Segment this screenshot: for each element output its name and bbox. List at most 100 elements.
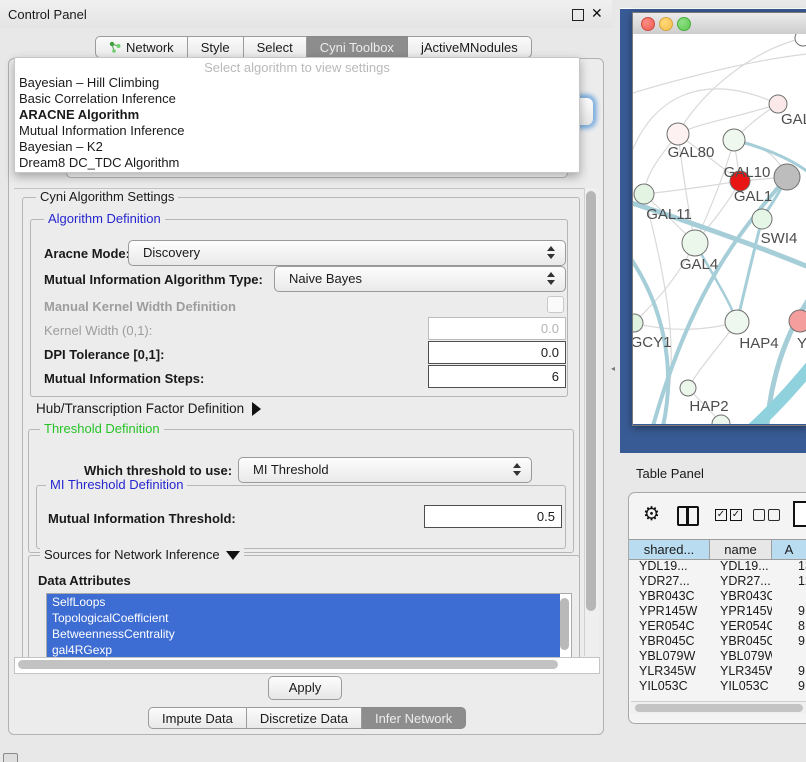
unchecked-column-icon[interactable] — [753, 509, 765, 521]
network-node-gcy1[interactable] — [633, 314, 643, 332]
cell: YPR145W — [639, 604, 710, 619]
tab-jactivemnodules[interactable]: jActiveMNodules — [408, 36, 532, 58]
node-label-gal: GAL — [781, 111, 806, 128]
network-node-swi4[interactable] — [752, 209, 772, 229]
attribute-item-selfloops[interactable]: SelfLoops — [47, 594, 560, 610]
data-attributes-list[interactable]: SelfLoopsTopologicalCoefficientBetweenne… — [46, 593, 572, 657]
cell: YBR045C — [639, 634, 710, 649]
apply-button[interactable]: Apply — [268, 676, 342, 700]
node-label-gal80: GAL80 — [668, 144, 715, 161]
aracne-mode-select[interactable]: Discovery — [128, 240, 566, 266]
settings-vertical-scrollbar-thumb[interactable] — [586, 191, 596, 611]
table-row[interactable]: YDR27...YDR27...12 — [629, 574, 806, 589]
gear-icon[interactable]: ⚙ — [643, 503, 660, 526]
float-panel-icon[interactable] — [572, 9, 584, 21]
algorithm-option-basic-correlation-inference[interactable]: Basic Correlation Inference — [15, 91, 579, 107]
table-horizontal-scrollbar[interactable] — [631, 701, 806, 714]
table-row[interactable]: YDL19...YDL19...13 — [629, 559, 806, 574]
settings-horizontal-scrollbar-thumb[interactable] — [18, 660, 558, 669]
manual-kernel-width-checkbox[interactable] — [547, 296, 564, 313]
mi-steps-label: Mutual Information Steps: — [44, 371, 204, 386]
network-node-hap4[interactable] — [725, 310, 749, 334]
cyni-algorithm-settings-title: Cyni Algorithm Settings — [36, 190, 178, 204]
bottom-tab-infer-network[interactable]: Infer Network — [362, 707, 466, 729]
table-row[interactable]: YIL053CYIL053C9 — [629, 679, 806, 694]
cyni-bottom-tab-bar: Impute DataDiscretize DataInfer Network — [148, 707, 466, 729]
mi-steps-field[interactable]: 6 — [428, 365, 566, 388]
network-canvas[interactable]: GALGAL80GAL10GAL1GAL11SWI4GAL4GCY1HAP4YH… — [633, 34, 806, 424]
network-node[interactable] — [774, 164, 800, 190]
column-header-shared[interactable]: shared... — [629, 539, 710, 560]
attribute-item-topologicalcoefficient[interactable]: TopologicalCoefficient — [47, 610, 560, 626]
control-panel-titlebar: Control Panel ✕ — [0, 0, 612, 28]
network-node-hap2[interactable] — [680, 380, 696, 396]
page-icon[interactable] — [793, 501, 806, 527]
algorithm-option-aracne-algorithm[interactable]: ARACNE Algorithm — [15, 107, 579, 123]
bottom-tab-discretize-data[interactable]: Discretize Data — [247, 707, 362, 729]
node-label-gcy1: GCY1 — [633, 334, 671, 351]
column-header-a[interactable]: A — [772, 539, 806, 560]
stepper-arrows-icon — [513, 463, 522, 476]
network-view-window[interactable]: GALGAL80GAL10GAL1GAL11SWI4GAL4GCY1HAP4YH… — [632, 12, 806, 426]
attribute-item-gal4rgexp[interactable]: gal4RGexp — [47, 642, 560, 657]
tab-select[interactable]: Select — [244, 36, 307, 58]
split-columns-icon[interactable] — [677, 506, 699, 526]
sources-group-toggle[interactable]: Sources for Network Inference — [40, 548, 244, 562]
mi-algorithm-type-select[interactable]: Naive Bayes — [274, 266, 566, 292]
collapsed-arrow-icon — [252, 402, 261, 416]
application-window: Control Panel ✕ Network Style Select Cyni T… — [0, 0, 806, 762]
algorithm-option-bayesian-hill-climbing[interactable]: Bayesian – Hill Climbing — [15, 75, 579, 91]
zoom-window-icon[interactable] — [677, 17, 691, 31]
table-row[interactable]: YBR043CYBR043C — [629, 589, 806, 604]
table-row[interactable]: YBR045CYBR045C9. — [629, 634, 806, 649]
table-toolbar: ⚙ ✓ ✓ — [629, 493, 806, 539]
network-node-gal11[interactable] — [634, 184, 654, 204]
network-node-y[interactable] — [789, 310, 806, 332]
dpi-tolerance-field[interactable]: 0.0 — [428, 341, 566, 364]
close-panel-icon[interactable]: ✕ — [591, 5, 603, 22]
tab-style[interactable]: Style — [188, 36, 244, 58]
close-window-icon[interactable] — [641, 17, 655, 31]
tab-cyni-toolbox[interactable]: Cyni Toolbox — [307, 36, 408, 58]
table-row[interactable]: YLR345WYLR345W9. — [629, 664, 806, 679]
expanded-arrow-icon — [226, 551, 240, 560]
network-node-gal4[interactable] — [682, 230, 708, 256]
mi-threshold-label: Mutual Information Threshold: — [48, 511, 236, 526]
cell: 12 — [798, 574, 806, 589]
cell: YBR043C — [720, 589, 772, 604]
kernel-width-field[interactable]: 0.0 — [428, 317, 566, 340]
attribute-item-betweennesscentrality[interactable]: BetweennessCentrality — [47, 626, 560, 642]
unchecked-column-icon[interactable] — [768, 509, 780, 521]
network-node-gal80[interactable] — [667, 123, 689, 145]
checked-column-icon[interactable]: ✓ — [715, 509, 727, 521]
table-row[interactable]: YER054CYER054C8. — [629, 619, 806, 634]
hub-definition-toggle[interactable]: Hub/Transcription Factor Definition — [36, 401, 261, 416]
minimize-window-icon[interactable] — [659, 17, 673, 31]
network-window-titlebar[interactable] — [633, 13, 806, 35]
panel-splitter-handle[interactable]: ◂ — [611, 362, 620, 376]
table-row[interactable]: YPR145WYPR145W9. — [629, 604, 806, 619]
list-scrollbar-thumb[interactable] — [560, 598, 569, 650]
tab-label: Cyni Toolbox — [320, 40, 394, 55]
bottom-tab-impute-data[interactable]: Impute Data — [148, 707, 247, 729]
which-threshold-select[interactable]: MI Threshold — [238, 457, 532, 483]
which-threshold-label: Which threshold to use: — [84, 463, 232, 478]
node-label-hap2: HAP2 — [689, 398, 728, 415]
column-header-name[interactable]: name — [710, 539, 772, 560]
network-node-gal10[interactable] — [723, 129, 745, 151]
table-horizontal-scrollbar-thumb[interactable] — [635, 704, 803, 712]
checked-column-icon[interactable]: ✓ — [730, 509, 742, 521]
algorithm-option-mutual-information-inference[interactable]: Mutual Information Inference — [15, 123, 579, 139]
algorithm-option-bayesian-k2[interactable]: Bayesian – K2 — [15, 139, 579, 155]
network-node[interactable] — [795, 34, 806, 46]
table-row[interactable]: YBL079WYBL079W — [629, 649, 806, 664]
tab-network[interactable]: Network — [95, 36, 188, 58]
node-label-gal10: GAL10 — [724, 164, 771, 181]
tab-label: Style — [201, 40, 230, 55]
mi-threshold-field[interactable]: 0.5 — [424, 505, 562, 528]
aracne-mode-value: Discovery — [129, 245, 200, 260]
algorithm-option-dream8-dc-tdc-algorithm[interactable]: Dream8 DC_TDC Algorithm — [15, 155, 579, 171]
algorithm-dropdown-list: Bayesian – Hill ClimbingBasic Correlatio… — [15, 75, 579, 171]
node-label-gal1: GAL1 — [734, 188, 772, 205]
minimized-panel-icon[interactable] — [3, 753, 18, 762]
